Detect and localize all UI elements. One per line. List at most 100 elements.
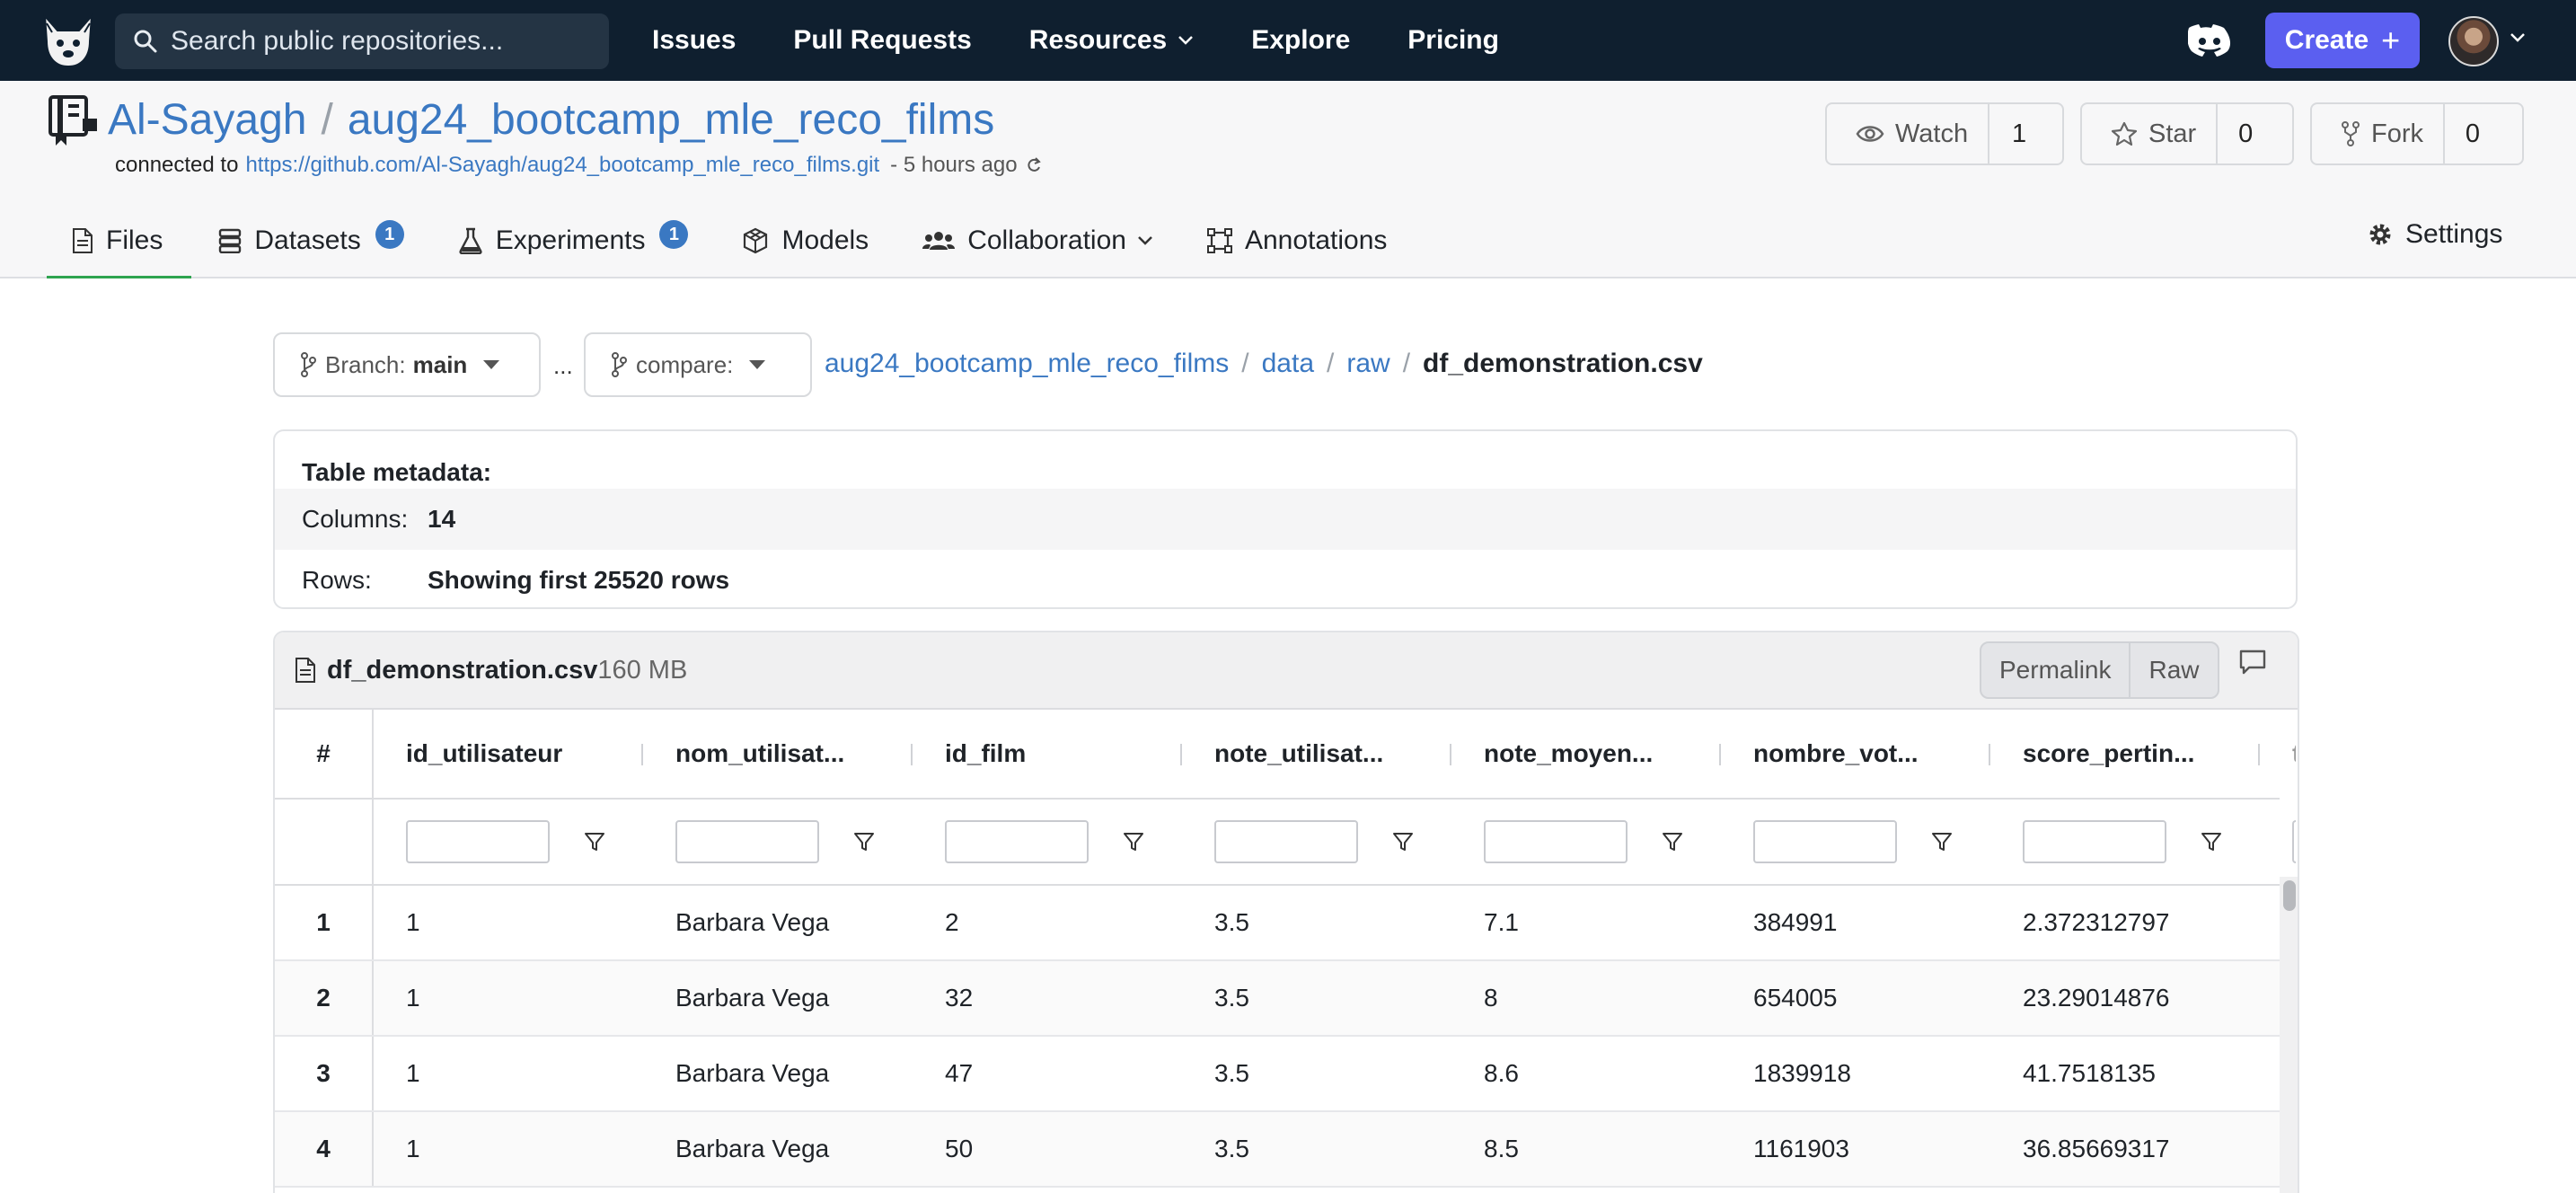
table-cell: Barbara Vega [675,1059,830,1087]
tab-settings[interactable]: Settings [2368,219,2502,250]
scrollbar-thumb[interactable] [2283,880,2296,911]
filter-icon[interactable] [1123,831,1144,853]
users-icon [922,232,956,250]
repo-title: Al-Sayagh / aug24_bootcamp_mle_reco_film… [108,95,994,145]
metadata-columns-value: 14 [428,505,456,533]
filter-cell [374,800,643,884]
create-button[interactable]: Create + [2265,13,2420,68]
tab-annotations[interactable]: Annotations [1180,203,1414,278]
branch-ellipsis: ... [553,352,573,379]
filter-cell [913,800,1182,884]
filter-icon[interactable] [584,831,605,853]
column-header[interactable]: id_film [913,710,1182,798]
column-filter-input[interactable] [406,820,550,863]
row-index: 3 [275,1037,374,1110]
dagshub-logo-icon[interactable] [36,11,101,70]
nav-explore[interactable]: Explore [1251,25,1350,56]
refresh-icon[interactable] [1025,156,1043,174]
chevron-down-icon[interactable] [2510,32,2526,43]
watch-count: 1 [2012,119,2027,148]
branch-label: Branch: [325,350,406,378]
discord-icon[interactable] [2188,22,2231,59]
file-viewer: df_demonstration.csv 160 MB Permalink Ra… [273,631,2299,1193]
comment-icon[interactable] [2238,649,2267,676]
connected-url-link[interactable]: https://github.com/Al-Sayagh/aug24_bootc… [245,153,879,178]
table-cell: 1 [406,908,420,936]
fork-button[interactable]: Fork 0 [2310,102,2524,165]
breadcrumb-separator: / [1327,349,1335,378]
tab-experiments-label: Experiments [495,225,646,255]
database-icon [219,228,242,253]
repo-owner-link[interactable]: Al-Sayagh [108,95,306,145]
repo-name-link[interactable]: aug24_bootcamp_mle_reco_films [348,95,994,145]
branch-selector[interactable]: Branch: main [273,332,541,397]
filter-icon[interactable] [2201,831,2222,853]
row-index: 2 [275,961,374,1035]
tab-datasets[interactable]: Datasets 1 [191,203,430,278]
star-label: Star [2148,119,2197,148]
column-filter-input[interactable] [945,820,1089,863]
table-row[interactable]: 2 1 Barbara Vega 32 3.5 8 654005 23.2901… [275,961,2280,1037]
watch-label: Watch [1895,119,1969,148]
search-input[interactable] [171,26,602,57]
filter-icon[interactable] [1392,831,1414,853]
breadcrumb-current-file: df_demonstration.csv [1423,349,1703,378]
filter-icon[interactable] [1931,831,1953,853]
column-header-partial[interactable]: t [2260,710,2296,798]
column-filter-input[interactable] [2023,820,2166,863]
column-header[interactable]: score_pertin... [1990,710,2260,798]
column-header[interactable]: note_moyen... [1451,710,1721,798]
star-button[interactable]: Star 0 [2080,102,2294,165]
table-row[interactable]: 4 1 Barbara Vega 50 3.5 8.5 1161903 36.8… [275,1112,2280,1188]
tab-models[interactable]: Models [715,203,895,278]
nav-pricing[interactable]: Pricing [1407,25,1499,56]
data-table: # id_utilisateur nom_utilisat... id_film… [275,710,2296,1188]
tab-annotations-label: Annotations [1244,225,1388,255]
nav-issues[interactable]: Issues [652,25,736,56]
table-cell: 1 [406,1135,420,1162]
column-header[interactable]: id_utilisateur [374,710,643,798]
search-bar[interactable] [115,13,609,69]
row-index: 1 [275,886,374,959]
column-filter-input[interactable] [1753,820,1897,863]
search-icon [134,30,157,53]
breadcrumb-repo[interactable]: aug24_bootcamp_mle_reco_films [825,349,1229,379]
metadata-columns-row: Columns: 14 [275,489,2296,550]
tab-files[interactable]: Files [47,203,192,280]
table-row[interactable]: 3 1 Barbara Vega 47 3.5 8.6 1839918 41.7… [275,1037,2280,1112]
create-button-label: Create [2284,25,2369,55]
table-cell: 3.5 [1214,908,1249,936]
column-header[interactable]: note_utilisat... [1182,710,1451,798]
column-header[interactable]: nombre_vot... [1721,710,1990,798]
filter-icon[interactable] [853,831,875,853]
table-cell: Barbara Vega [675,1135,830,1162]
table-cell: 2 [945,908,959,936]
breadcrumb-data[interactable]: data [1262,349,1314,379]
raw-button[interactable]: Raw [2129,643,2217,697]
table-cell: 41.7518135 [2023,1059,2156,1087]
row-index: 4 [275,1112,374,1186]
plus-icon: + [2381,22,2401,58]
column-filter-input[interactable] [1214,820,1358,863]
tab-collaboration[interactable]: Collaboration [895,203,1180,278]
nav-resources[interactable]: Resources [1029,25,1194,56]
filter-cell [1182,800,1451,884]
column-filter-input[interactable] [675,820,819,863]
table-vertical-scrollbar[interactable] [2280,877,2298,1193]
column-header[interactable]: nom_utilisat... [643,710,913,798]
column-filter-input[interactable] [1484,820,1628,863]
table-row[interactable]: 1 1 Barbara Vega 2 3.5 7.1 384991 2.3723… [275,886,2280,961]
user-avatar[interactable] [2448,16,2499,66]
permalink-button[interactable]: Permalink [1981,643,2129,697]
watch-button[interactable]: Watch 1 [1825,102,2064,165]
tab-experiments[interactable]: Experiments 1 [431,203,716,278]
filter-icon[interactable] [1662,831,1683,853]
metadata-rows-row: Rows: Showing first 25520 rows [275,550,2296,607]
table-cell: 3.5 [1214,1135,1249,1162]
breadcrumb: aug24_bootcamp_mle_reco_films / data / r… [825,349,1703,379]
compare-selector[interactable]: compare: [584,332,812,397]
nav-pull-requests[interactable]: Pull Requests [793,25,971,56]
table-metadata-panel: Table metadata: Columns: 14 Rows: Showin… [273,429,2298,609]
breadcrumb-raw[interactable]: raw [1346,349,1389,379]
table-cell: 23.29014876 [2023,984,2170,1012]
